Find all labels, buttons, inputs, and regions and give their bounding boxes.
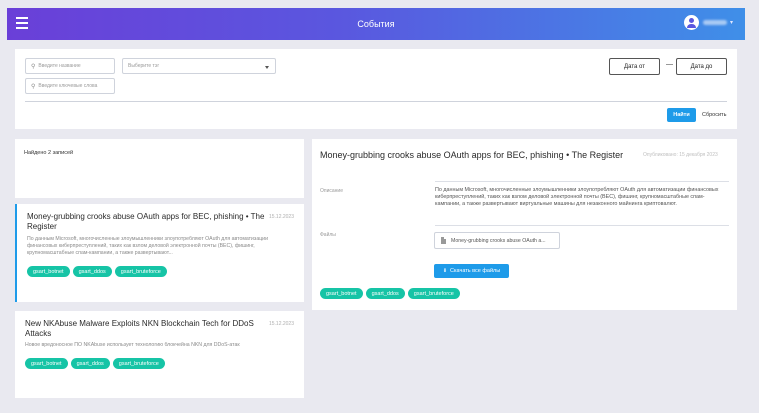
download-icon: ⬇ [442,268,448,274]
detail-separator [435,181,729,182]
file-icon [441,237,446,244]
event-description: По данным Microsoft, многочисленные злоу… [27,236,268,256]
name-search-input[interactable]: ⚲ Введите название [25,58,115,74]
date-to-button[interactable]: Дата до [676,58,727,75]
description-label: Описание [320,188,344,194]
filter-panel: ⚲ Введите название Выберите тэг ⚲ Введит… [15,49,737,129]
chevron-down-icon[interactable]: ▾ [730,19,733,26]
reset-button[interactable]: Сбросить [702,112,726,118]
filter-divider [25,101,727,102]
event-list-item[interactable]: Money-grubbing crooks abuse OAuth apps f… [15,204,304,302]
detail-published-date: Опубликовано: 15 декабря 2023 [643,152,718,158]
file-attachment[interactable]: Money-grubbing crooks abuse OAuth a... [434,232,560,249]
caret-down-icon [265,66,269,69]
detail-separator [435,225,729,226]
tag-chip[interactable]: gsart_botnet [25,358,68,369]
keywords-input[interactable]: ⚲ Введите ключевые слова [25,78,115,94]
event-description: Новое вредоносное ПО NKAbuse использует … [25,342,240,348]
user-menu[interactable]: ▾ [683,15,733,30]
page-title: События [357,19,395,29]
tag-chip[interactable]: gsart_botnet [320,288,363,299]
username-blurred[interactable] [702,20,727,25]
date-range-dash: — [666,61,673,68]
results-count: Найдено 2 записей [24,150,74,156]
download-all-button[interactable]: ⬇ Скачать все файлы [434,264,509,278]
top-bar: События ▾ [7,8,745,40]
event-date: 15.12.2023 [268,321,294,327]
date-from-button[interactable]: Дата от [609,58,660,75]
event-title[interactable]: Money-grubbing crooks abuse OAuth apps f… [27,212,267,232]
file-name: Money-grubbing crooks abuse OAuth a... [451,237,546,244]
tag-chip[interactable]: gsart_botnet [27,266,70,277]
event-title[interactable]: New NKAbuse Malware Exploits NKN Blockch… [25,319,265,339]
search-icon: ⚲ [31,83,36,90]
keywords-placeholder: Введите ключевые слова [38,83,98,89]
detail-description: По данным Microsoft, многочисленные злоу… [435,187,719,207]
name-search-placeholder: Введите название [38,63,81,69]
tag-chip[interactable]: gsart_ddos [70,358,110,369]
event-tags: gsart_botnet gsart_ddos gsart_bruteforce [27,266,167,277]
tag-chip[interactable]: gsart_bruteforce [112,358,165,369]
tag-chip[interactable]: gsart_bruteforce [407,288,460,299]
event-detail-panel: Money-grubbing crooks abuse OAuth apps f… [312,139,737,310]
tag-chip[interactable]: gsart_ddos [365,288,405,299]
event-date: 15.12.2023 [268,214,294,220]
tag-select-placeholder: Выберите тэг [128,63,160,69]
tag-select[interactable]: Выберите тэг [122,58,276,74]
find-button[interactable]: Найти [667,108,696,122]
search-icon: ⚲ [31,63,36,70]
download-all-label: Скачать все файлы [450,268,501,274]
tag-chip[interactable]: gsart_bruteforce [114,266,167,277]
tag-chip[interactable]: gsart_ddos [72,266,112,277]
files-label: Файлы [320,232,336,238]
user-avatar-icon[interactable] [683,15,699,30]
detail-tags: gsart_botnet gsart_ddos gsart_bruteforce [320,288,460,299]
event-list-item[interactable]: New NKAbuse Malware Exploits NKN Blockch… [15,311,304,398]
detail-title: Money-grubbing crooks abuse OAuth apps f… [320,150,624,160]
results-count-card: Найдено 2 записей [15,139,304,198]
event-tags: gsart_botnet gsart_ddos gsart_bruteforce [25,358,165,369]
